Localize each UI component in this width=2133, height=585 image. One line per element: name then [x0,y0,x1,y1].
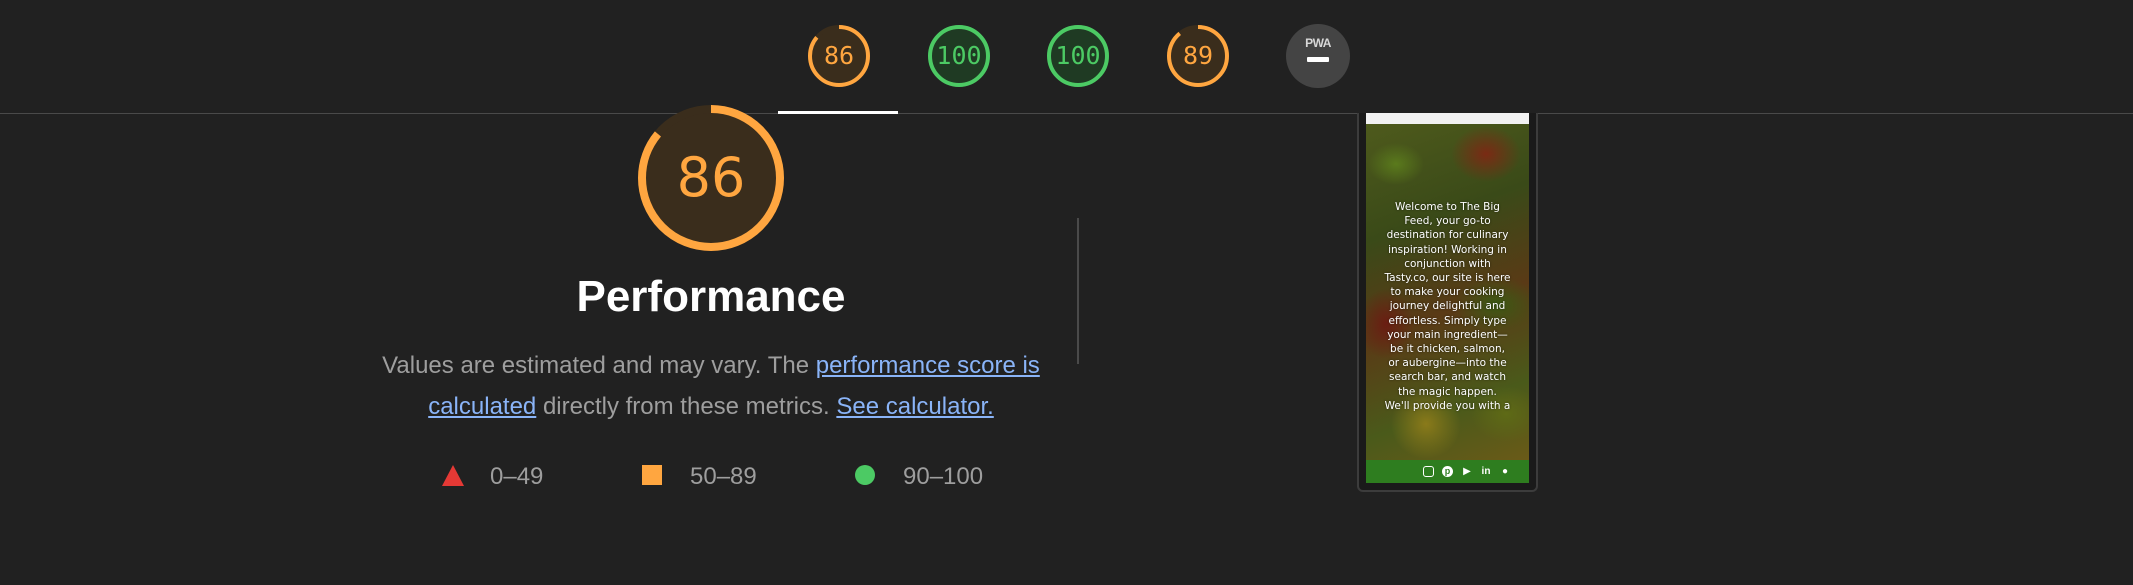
tab-best-practices-gauge[interactable]: 100 [1046,24,1110,88]
tab-seo-gauge[interactable]: 89 [1166,24,1230,88]
github-icon: ● [1501,466,1509,477]
linkedin-icon: in [1481,466,1491,477]
category-description: Values are estimated and may vary. The p… [370,345,1052,427]
final-screenshot: Welcome to The Big Feed, your go-to dest… [1366,113,1529,483]
square-icon [642,465,662,485]
description-text: Values are estimated and may vary. The [382,352,816,379]
performance-score: 86 [676,146,746,209]
legend-label: 0–49 [490,463,544,490]
gauge-score: 86 [823,41,855,70]
gauge-score: 100 [1055,41,1101,70]
pwa-label: PWA [1305,36,1331,50]
active-tab-indicator [778,111,898,114]
final-screenshot-frame: Welcome to The Big Feed, your go-to dest… [1357,113,1538,492]
triangle-icon [442,465,464,486]
tab-pwa-badge[interactable]: PWA [1286,24,1350,88]
category-title: Performance [576,272,846,321]
performance-score-gauge: 86 [637,104,785,252]
gauge-score: 89 [1182,41,1214,70]
hero-welcome-text: Welcome to The Big Feed, your go-to dest… [1384,201,1511,412]
gauge-score: 100 [936,41,982,70]
see-calculator-link[interactable]: See calculator. [836,393,993,420]
description-text: directly from these metrics. [536,393,837,420]
circle-icon [855,465,875,485]
pinterest-icon: p [1442,466,1453,477]
tab-performance-gauge[interactable]: 86 [807,24,871,88]
hero-image: Welcome to The Big Feed, your go-to dest… [1366,124,1529,460]
pwa-dash-icon [1307,57,1329,62]
score-tabs-bar: 86 100 100 89 PWA [0,0,2133,114]
instagram-icon [1423,466,1434,477]
youtube-icon: ▶ [1463,466,1471,477]
screenshot-footer: p ▶ in ● [1366,460,1529,483]
tab-accessibility-gauge[interactable]: 100 [927,24,991,88]
legend-label: 90–100 [903,463,984,490]
vertical-divider [1077,218,1079,364]
legend-label: 50–89 [690,463,757,490]
